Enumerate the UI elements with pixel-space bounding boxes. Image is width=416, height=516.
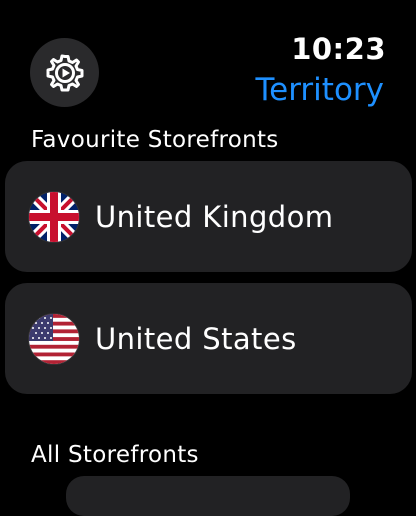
section-header-all: All Storefronts <box>31 442 199 468</box>
storefront-item-partial[interactable] <box>66 476 350 516</box>
storefront-label: United Kingdom <box>95 199 334 234</box>
section-header-favourites: Favourite Storefronts <box>31 127 279 153</box>
gear-icon <box>44 52 86 94</box>
settings-button[interactable] <box>30 38 99 107</box>
storefront-item-united-states[interactable]: United States <box>5 283 412 394</box>
us-flag-icon <box>29 313 79 364</box>
storefront-item-united-kingdom[interactable]: United Kingdom <box>5 161 412 272</box>
uk-flag-icon <box>29 191 79 242</box>
clock-time: 10:23 <box>291 32 386 66</box>
page-title: Territory <box>255 72 384 108</box>
storefront-label: United States <box>95 321 297 356</box>
